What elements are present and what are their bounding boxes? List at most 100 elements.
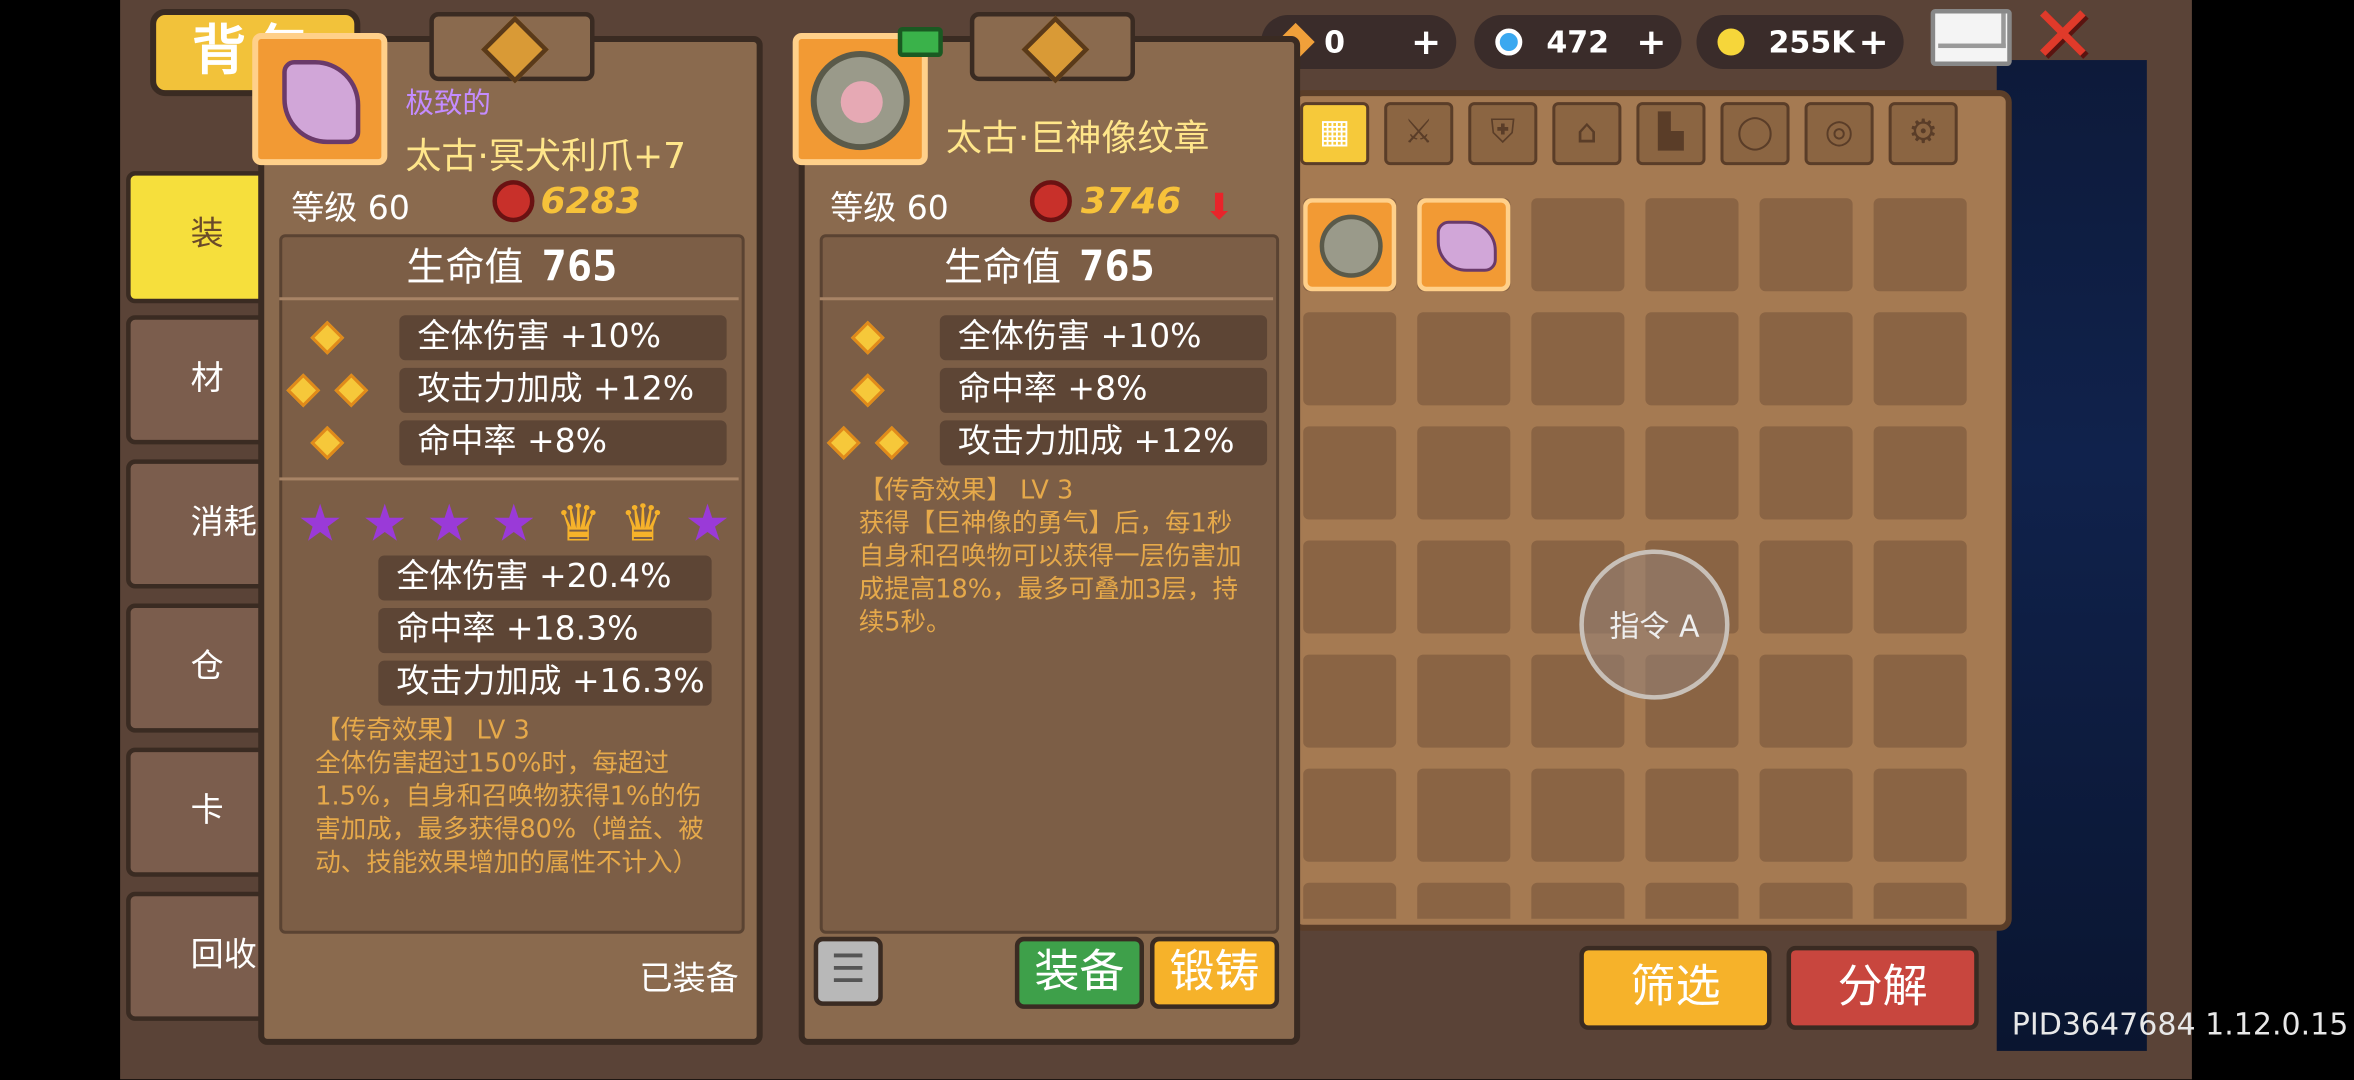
- inventory-slot[interactable]: [1873, 882, 1967, 919]
- add-gem-button[interactable]: +: [1636, 15, 1666, 69]
- inventory-slot[interactable]: [1759, 540, 1853, 634]
- hp-row: 生命值 765: [279, 237, 744, 293]
- hp-row: 生命值 765: [820, 237, 1279, 293]
- filter-button[interactable]: 筛选: [1579, 945, 1772, 1030]
- inventory-slot[interactable]: [1645, 426, 1739, 520]
- bonus-stat-row: 全体伤害 +20.4%: [378, 555, 712, 601]
- sidebar-item-label: 卡: [190, 792, 224, 831]
- inventory-slot[interactable]: [1303, 654, 1397, 748]
- gem-icon: [1495, 28, 1523, 56]
- amulet-icon[interactable]: ◎: [1804, 102, 1874, 166]
- equipped-label: 已装备: [639, 960, 739, 999]
- inventory-slot[interactable]: [1759, 426, 1853, 520]
- bonus-stat-row: 命中率 +18.3%: [378, 608, 712, 654]
- purple-star-icon: ★: [684, 493, 731, 554]
- boots-icon[interactable]: ▙: [1636, 102, 1706, 166]
- claw-shape: [282, 60, 361, 145]
- envelope-icon[interactable]: [1930, 9, 2012, 67]
- sidebar-item-storage[interactable]: 仓: [126, 603, 277, 733]
- power-icon: [492, 180, 535, 223]
- emblem-center: [840, 81, 883, 124]
- hp-label: 生命值: [406, 246, 524, 292]
- inventory-slot[interactable]: [1531, 198, 1625, 292]
- legend-description: 全体伤害超过150%时，每超过1.5%，自身和召唤物获得1%的伤害加成，最多获得…: [315, 749, 704, 879]
- inventory-item-claw[interactable]: [1417, 198, 1511, 292]
- currency-gem: 472 +: [1474, 15, 1682, 70]
- claw-item-icon: [252, 33, 388, 166]
- currency-gold: 255K +: [1696, 15, 1904, 70]
- sidebar-item-label: 消耗: [190, 504, 257, 542]
- item-level: 等级 60: [830, 190, 949, 229]
- inventory-slot[interactable]: [1417, 426, 1511, 520]
- inventory-slot[interactable]: [1303, 426, 1397, 520]
- inventory-slot[interactable]: [1645, 312, 1739, 406]
- inventory-slot[interactable]: [1759, 654, 1853, 748]
- sidebar-item-equipment[interactable]: 装: [126, 171, 277, 304]
- stat-row: 攻击力加成 +12%: [399, 367, 727, 413]
- inventory-slot[interactable]: [1531, 312, 1625, 406]
- sidebar-item-recycle[interactable]: 回收: [126, 891, 277, 1021]
- close-icon[interactable]: ✕: [2027, 0, 2099, 75]
- item-name: 太古·巨神像纹章: [945, 117, 1210, 160]
- inventory-slot[interactable]: [1759, 312, 1853, 406]
- inventory-slot[interactable]: [1645, 768, 1739, 862]
- unlock-icon[interactable]: [897, 27, 943, 58]
- inventory-slot[interactable]: [1531, 768, 1625, 862]
- inventory-slot[interactable]: [1303, 768, 1397, 862]
- inventory-slot[interactable]: [1417, 312, 1511, 406]
- armor-icon[interactable]: ⛨: [1468, 102, 1538, 166]
- add-gold-button[interactable]: +: [1858, 15, 1888, 69]
- purple-star-icon: ★: [297, 493, 344, 554]
- purple-star-icon: ★: [426, 493, 473, 554]
- inventory-slot[interactable]: [1873, 198, 1967, 292]
- stat-row: 命中率 +8%: [399, 420, 727, 466]
- inventory-slot[interactable]: [1873, 654, 1967, 748]
- inventory-slot[interactable]: [1759, 768, 1853, 862]
- inventory-slot[interactable]: [1645, 198, 1739, 292]
- stat-row: 命中率 +8%: [939, 367, 1268, 413]
- space-backdrop: [1996, 60, 2147, 1051]
- inventory-slot[interactable]: [1531, 426, 1625, 520]
- purple-star-icon: ★: [490, 493, 537, 554]
- purple-star-icon: ★: [361, 493, 408, 554]
- inventory-slot[interactable]: [1417, 540, 1511, 634]
- inventory-slot[interactable]: [1417, 654, 1511, 748]
- emblem-shape: [810, 51, 910, 151]
- power-score: 3746: [1080, 180, 1182, 223]
- item-name: 太古·冥犬利爪+7: [405, 135, 687, 178]
- inventory-item-emblem[interactable]: [1303, 198, 1397, 292]
- helmet-icon[interactable]: ⌂: [1552, 102, 1622, 166]
- forge-button[interactable]: 锻铸: [1149, 936, 1280, 1009]
- inventory-slot[interactable]: [1645, 882, 1739, 919]
- list-icon[interactable]: ☰: [813, 936, 883, 1006]
- inventory-slot[interactable]: [1873, 312, 1967, 406]
- inventory-slot[interactable]: [1417, 882, 1511, 919]
- inventory-slot[interactable]: [1303, 312, 1397, 406]
- inventory-slot[interactable]: [1759, 882, 1853, 919]
- grid-icon[interactable]: ▦: [1300, 102, 1370, 166]
- divider: [819, 297, 1274, 301]
- inventory-slot[interactable]: [1873, 426, 1967, 520]
- sidebar-item-consumables[interactable]: 消耗: [126, 459, 277, 589]
- gear-icon[interactable]: ⚙: [1888, 102, 1958, 166]
- inventory-slot[interactable]: [1531, 882, 1625, 919]
- item-level: 等级 60: [291, 190, 410, 229]
- inventory-slot[interactable]: [1759, 198, 1853, 292]
- equip-button[interactable]: 装备: [1014, 936, 1144, 1009]
- decompose-button[interactable]: 分解: [1786, 945, 1979, 1030]
- item-rarity: 极致的: [405, 87, 491, 121]
- sword-icon[interactable]: ⚔: [1384, 102, 1454, 166]
- inventory-slot[interactable]: [1303, 540, 1397, 634]
- ring-icon[interactable]: ◯: [1720, 102, 1790, 166]
- add-fragment-button[interactable]: +: [1411, 15, 1441, 69]
- inventory-slot[interactable]: [1417, 768, 1511, 862]
- inventory-slot[interactable]: [1303, 882, 1397, 919]
- command-a-button[interactable]: 指令 A: [1579, 549, 1730, 700]
- gold-count: 255K: [1768, 24, 1855, 61]
- inventory-slot[interactable]: [1873, 540, 1967, 634]
- power-score: 6283: [540, 180, 641, 223]
- gold-coin-icon: [1717, 28, 1745, 56]
- sidebar-item-cards[interactable]: 卡: [126, 747, 277, 877]
- sidebar-item-materials[interactable]: 材: [126, 315, 277, 445]
- inventory-slot[interactable]: [1873, 768, 1967, 862]
